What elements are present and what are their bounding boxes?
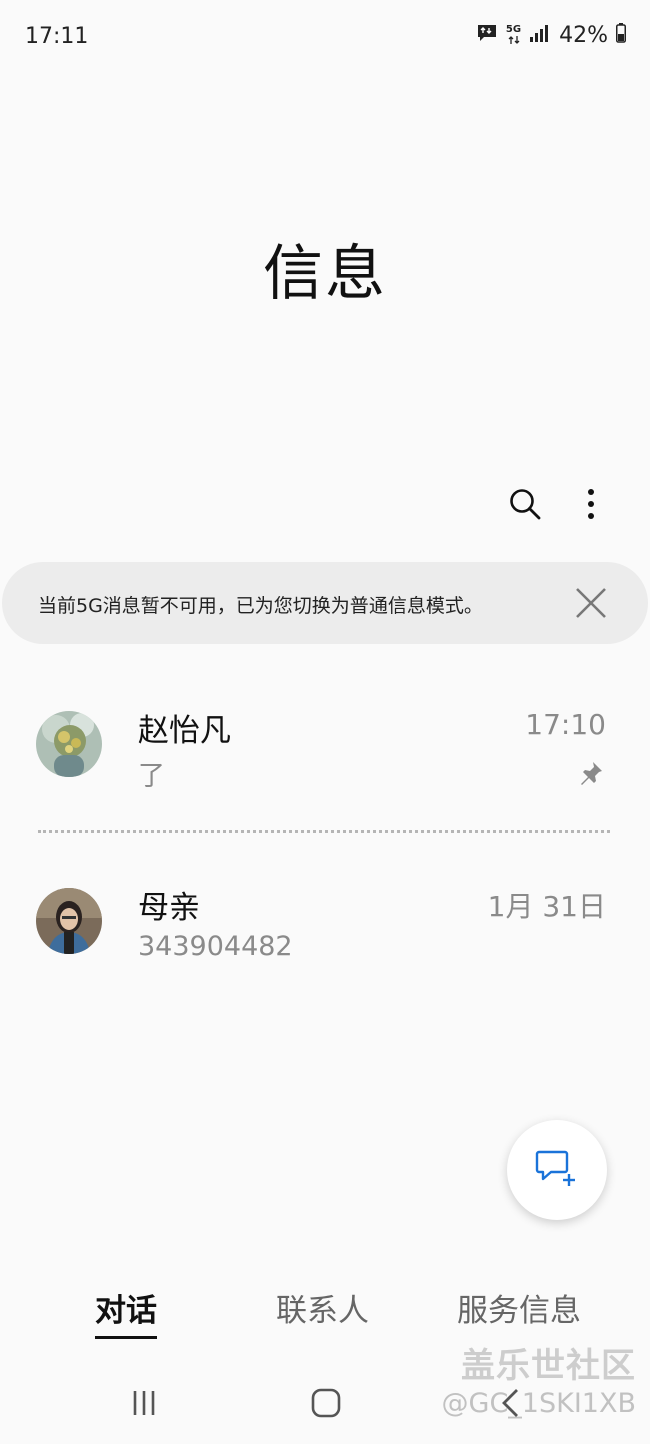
rcs-unavailable-banner: 当前5G消息暂不可用，已为您切换为普通信息模式。 [2,562,648,644]
close-icon[interactable] [572,584,610,622]
conversation-item[interactable]: 母亲 343904482 1月 31日 [0,853,650,1003]
message-notification-icon [476,22,498,48]
contact-name: 赵怡凡 [138,713,231,749]
more-options-icon[interactable] [569,482,613,526]
status-time: 17:11 [25,24,89,49]
avatar [36,888,102,954]
network-type: 5G [505,24,522,35]
message-preview: 343904482 [138,931,293,962]
battery-icon [616,23,626,47]
compose-button[interactable] [507,1120,607,1220]
recent-apps-icon[interactable] [122,1383,166,1423]
watermark-title: 盖乐世社区 [461,1346,636,1386]
battery-percent: 42% [559,22,608,48]
avatar [36,711,102,777]
page-title: 信息 [263,239,387,309]
data-arrows-icon: 5G [506,25,521,45]
pin-icon [578,760,604,786]
tab-label: 对话 [95,1293,157,1329]
banner-text: 当前5G消息暂不可用，已为您切换为普通信息模式。 [38,595,483,617]
message-preview: 了 [138,761,165,792]
tab-service-messages[interactable]: 服务信息 [457,1285,581,1330]
message-time: 1月 31日 [487,890,606,923]
tab-conversations[interactable]: 对话 [95,1285,157,1339]
watermark-handle: @GC_1SKI1XB [441,1388,636,1419]
tab-active-indicator [95,1336,157,1339]
conversation-item[interactable]: 赵怡凡 了 17:10 [0,676,650,826]
tab-label: 联系人 [276,1293,369,1329]
back-icon[interactable] [488,1383,532,1423]
new-message-icon [535,1148,579,1192]
home-icon[interactable] [304,1383,348,1423]
status-icons: 5G 42% [476,22,626,48]
message-time: 17:10 [525,708,606,741]
messages-screen: 17:11 5G 42% 信息 当前5G消息暂不可用，已为您切换为普通信息模式。 [0,0,650,1444]
tab-label: 服务信息 [457,1293,581,1329]
tab-contacts[interactable]: 联系人 [276,1285,369,1330]
divider [38,830,610,833]
contact-name: 母亲 [138,890,200,926]
search-icon[interactable] [503,482,547,526]
signal-icon [529,23,551,47]
